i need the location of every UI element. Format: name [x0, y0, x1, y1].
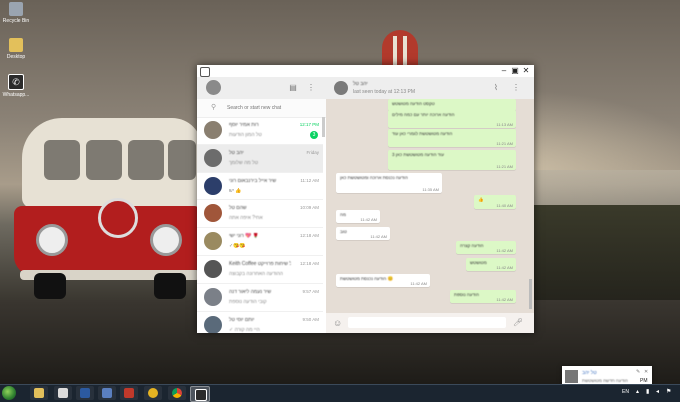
app-icon: [124, 388, 134, 398]
conversation-header[interactable]: יהב טל last seen today at 12:13 PM ⌇ ⋮: [326, 77, 534, 99]
chrome-icon: [172, 388, 182, 398]
search-input[interactable]: [227, 102, 319, 113]
notification-title: טל יהב: [582, 370, 597, 376]
desktop-folder-icon[interactable]: Desktop: [2, 38, 30, 60]
chat-avatar: [204, 259, 222, 278]
whatsapp-desktop-icon[interactable]: ✆ Whatsapp...: [2, 74, 30, 98]
message-scrollbar[interactable]: [529, 279, 532, 309]
taskbar-app-red[interactable]: [120, 386, 138, 400]
chat-avatar: [204, 204, 222, 223]
contact-name: יהב טל: [353, 81, 368, 87]
taskbar-app-yellow[interactable]: [144, 386, 162, 400]
maximize-button[interactable]: ▣: [510, 66, 520, 76]
emoji-icon[interactable]: ☺: [333, 318, 343, 328]
chat-list-item[interactable]: רות אמיר יוסף טל המון הודעות 12:17 PM 3: [197, 117, 323, 145]
conversation-menu-icon[interactable]: ⋮: [512, 83, 520, 92]
my-avatar[interactable]: [206, 80, 221, 95]
recycle-bin-icon: [9, 2, 23, 16]
network-icon[interactable]: ▮: [646, 388, 649, 395]
message-bubble-out: עוד הודעה מטושטשת כאן 3 11:21 AM: [388, 150, 516, 170]
whatsapp-icon: ✆: [8, 74, 24, 90]
recycle-bin-desktop-icon[interactable]: Recycle Bin: [2, 2, 30, 24]
notification-close-icon[interactable]: ✕: [644, 369, 648, 375]
chat-list-item[interactable]: רוני ישי 💖 🌹 ✓😘😘 12:18 AM: [197, 228, 323, 256]
message-bubble-out: הודעה מטושטשת לגמרי כאן עוד 11:21 AM: [388, 129, 516, 147]
chat-list: רות אמיר יוסף טל המון הודעות 12:17 PM 3 …: [197, 117, 323, 333]
folder-icon: [9, 38, 23, 52]
new-chat-icon[interactable]: ▤: [289, 83, 297, 92]
taskbar-chrome[interactable]: [168, 386, 186, 400]
notification-reply-icon[interactable]: ✎: [636, 369, 640, 375]
chat-list-item[interactable]: Keith Coffee מעגל שיחות פרוייקט ההודעה ה…: [197, 256, 323, 284]
chat-list-panel: ▤ ⋮ ⚲ רות אמיר יוסף טל המון הודעות 12:17…: [197, 77, 327, 333]
taskbar: EN ▴ ▮ ◂ ⚑: [0, 384, 680, 402]
whatsapp-icon: [195, 389, 207, 401]
unread-badge: 3: [310, 131, 318, 139]
document-icon: [102, 388, 112, 398]
vw-van: [14, 118, 204, 299]
whatsapp-app-icon: [200, 67, 210, 77]
microphone-icon[interactable]: 🎤︎: [513, 318, 523, 328]
input-language[interactable]: EN: [622, 389, 629, 395]
start-button[interactable]: [2, 386, 16, 400]
chat-avatar: [204, 121, 222, 139]
notepad-icon: [58, 388, 68, 398]
conversation-panel: יהב טל last seen today at 12:13 PM ⌇ ⋮ ט…: [326, 77, 534, 333]
contact-status: last seen today at 12:13 PM: [353, 89, 415, 95]
search-bar: ⚲: [197, 99, 326, 118]
chat-avatar: [204, 232, 222, 251]
message-bubble-out: הודעה ארוכה יותר עם כמה מילים 11:13 AM: [388, 110, 516, 128]
chat-list-item[interactable]: שיר אייל בירנבאום רוני יש 👍 11:12 AM: [197, 173, 323, 201]
taskbar-app-vc[interactable]: [76, 386, 94, 400]
whatsapp-window: – ▣ ✕ ▤ ⋮ ⚲ רות אמיר יוסף טל המון הודעות…: [197, 65, 534, 333]
message-bubble-in: הודעה נכנסת ארוכה ומטושטשת כאן 11:35 AM: [336, 173, 442, 193]
chat-avatar: [204, 287, 222, 306]
chat-avatar: [204, 176, 222, 195]
action-flag-icon[interactable]: ⚑: [666, 388, 671, 395]
message-bubble-in: מה 11:42 AM: [336, 210, 380, 223]
menu-dots-icon[interactable]: ⋮: [307, 83, 315, 92]
chat-avatar: [204, 148, 222, 167]
message-bubble-out: 👍 11:40 AM: [474, 195, 516, 209]
message-bubble-out: מטושטש 11:42 AM: [466, 258, 516, 271]
attach-icon[interactable]: ⌇: [492, 83, 500, 92]
chat-avatar: [204, 315, 222, 333]
compose-bar: ☺ 🎤︎: [326, 313, 534, 333]
chat-list-scrollbar[interactable]: [322, 117, 325, 137]
taskbar-whatsapp[interactable]: [190, 386, 210, 402]
taskbar-notepad[interactable]: [54, 386, 72, 400]
contact-avatar[interactable]: [334, 81, 348, 95]
notification-body: הודעה חדשה מטושטשת: [582, 378, 628, 383]
message-bubble-in: הודעה נכנסת מטושטשת 😊 11:42 AM: [336, 274, 430, 287]
app-icon: [148, 388, 158, 398]
chat-list-item[interactable]: יותם יוסי טל ✓ היי מה קורה 9:50 AM: [197, 312, 323, 333]
tray-chevron-icon[interactable]: ▴: [636, 388, 639, 395]
message-bubble-in: טוב 11:42 AM: [336, 227, 390, 240]
explorer-icon: [34, 388, 44, 398]
message-bubble-out: הודעה נוספת 11:42 AM: [450, 290, 516, 303]
taskbar-explorer[interactable]: [30, 386, 48, 400]
my-profile-header: ▤ ⋮: [197, 77, 326, 99]
window-titlebar[interactable]: – ▣ ✕: [197, 65, 534, 77]
chat-list-item-active[interactable]: יהב טל טל מה שלומך Friday: [197, 144, 323, 173]
close-button[interactable]: ✕: [521, 66, 531, 76]
volume-icon[interactable]: ◂: [656, 388, 659, 395]
vc-icon: [80, 388, 90, 398]
message-bubble-out: הודעה קצרה 11:42 AM: [456, 241, 516, 254]
minimize-button[interactable]: –: [499, 66, 509, 76]
chat-list-item[interactable]: שיר נעמה ליאור דנה קובי הודעה נוספת 9:57…: [197, 284, 323, 312]
chat-list-item[interactable]: שהם טל אחי? איפה אתה 10:09 AM: [197, 200, 323, 229]
search-icon: ⚲: [211, 104, 217, 111]
notification-avatar: [565, 370, 578, 383]
taskbar-document[interactable]: [98, 386, 116, 400]
message-area: טקסט הודעה מטושטש הודעה ארוכה יותר עם כמ…: [326, 99, 534, 313]
message-input[interactable]: [348, 317, 506, 328]
